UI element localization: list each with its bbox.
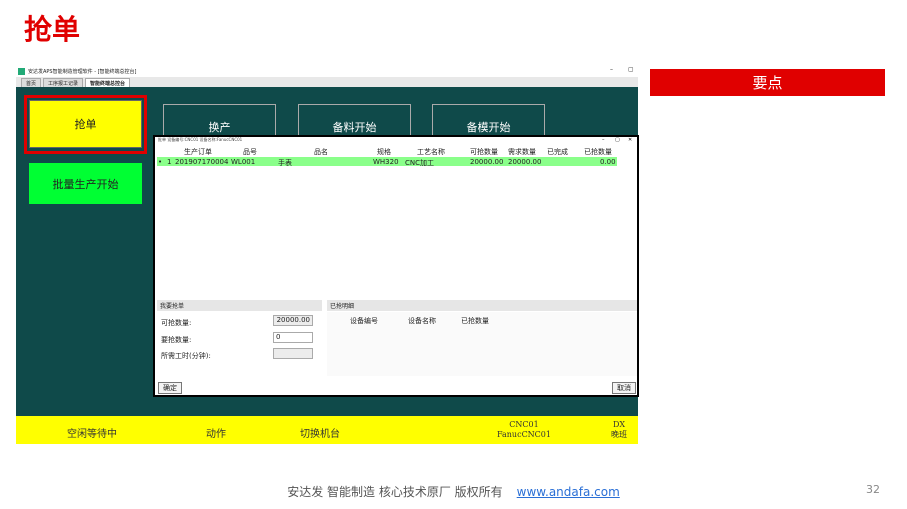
machine-info: CNC01 FanucCNC01 [492,420,556,440]
col-available: 可抢数量 [470,148,498,156]
cell-demand: 20000.00 [508,158,542,166]
batch-start-button[interactable]: 批量生产开始 [29,163,142,204]
window-title: 安达发APS智能制造管理软件 - [智能终端总控台] [28,69,137,75]
footer: 安达发 智能制造 核心技术原厂 版权所有 www.andafa.com [0,483,907,500]
machine-name: FanucCNC01 [497,430,551,439]
col-item-name: 品名 [314,148,328,156]
table-row[interactable]: • 1 201907170004 WL001 手表 WH320 CNC加工 20… [157,157,617,167]
tab-bar: 首页 工序报工记录 智能终端总控台 [16,77,638,87]
cell-available: 20000.00 [470,158,504,166]
shift-info: DX 晚班 [604,420,634,440]
col-device-name: 设备名称 [408,317,436,325]
tab-home[interactable]: 首页 [21,78,42,87]
want-qty-stepper[interactable]: 0 [273,332,313,343]
col-process: 工艺名称 [417,148,445,156]
col-done: 已完成 [547,148,568,156]
switch-machine-button[interactable]: 切换机台 [300,425,340,440]
available-qty-field: 20000.00 [273,315,313,326]
shift-code: DX [612,420,626,429]
dialog-title: 批单 设备编号:CNC01 设备名称:FanucCNC01 [158,137,243,142]
footer-link[interactable]: www.andafa.com [517,485,620,499]
grabbed-detail-header: 已抢明细 [327,300,637,311]
dialog-maximize-button[interactable]: ▢ [615,137,620,143]
col-order: 生产订单 [184,148,212,156]
machine-code: CNC01 [509,420,539,429]
cell-grabbed: 0.00 [600,158,616,166]
my-grab-header: 我要抢单 [157,300,322,311]
status-state: 空闲等待中 [67,429,117,440]
grabbed-detail-grid: 设备编号 设备名称 已抢数量 [327,312,637,376]
order-grid-header: 生产订单 品号 品名 规格 工艺名称 可抢数量 需求数量 已完成 已抢数量 [157,146,617,156]
cell-item-name: 手表 [278,159,292,167]
footer-text: 安达发 智能制造 核心技术原厂 版权所有 [287,485,503,499]
dialog-minimize-button[interactable]: – [602,137,605,143]
slide-title: 抢单 [24,13,81,46]
row-marker: • [158,158,163,166]
shift-name: 晚班 [611,430,627,439]
work-hours-label: 所需工时(分钟): [161,352,211,360]
want-qty-label: 要抢数量: [161,336,192,344]
col-grabbed: 已抢数量 [584,148,612,156]
action-button[interactable]: 动作 [206,425,226,440]
page-number: 32 [866,483,880,496]
cell-order: 201907170004 [175,158,229,166]
cancel-button[interactable]: 取消 [612,382,636,394]
grab-order-dialog: 批单 设备编号:CNC01 设备名称:FanucCNC01 – ▢ ✕ 生产订单… [153,135,639,397]
grab-order-button[interactable]: 抢单 [29,100,142,148]
tab-terminal-console[interactable]: 智能终端总控台 [85,78,131,87]
window-titlebar: 安达发APS智能制造管理软件 - [智能终端总控台] – ▢ [16,66,638,77]
cell-spec: WH320 [373,158,399,166]
key-points-banner: 要点 [650,69,885,96]
maximize-button[interactable]: ▢ [628,66,634,73]
work-hours-field [273,348,313,359]
col-item-no: 品号 [243,148,257,156]
minimize-button[interactable]: – [610,66,613,73]
confirm-button[interactable]: 确定 [158,382,182,394]
col-grabbed-qty: 已抢数量 [461,317,489,325]
cell-item-no: WL001 [231,158,256,166]
available-qty-label: 可抢数量: [161,319,192,327]
tab-work-report[interactable]: 工序报工记录 [43,78,84,87]
col-demand: 需求数量 [508,148,536,156]
row-index: 1 [167,158,172,166]
app-icon [18,68,25,75]
dialog-close-button[interactable]: ✕ [628,137,632,143]
cell-process: CNC加工 [405,159,435,167]
col-device-no: 设备编号 [350,317,378,325]
col-spec: 规格 [377,148,391,156]
